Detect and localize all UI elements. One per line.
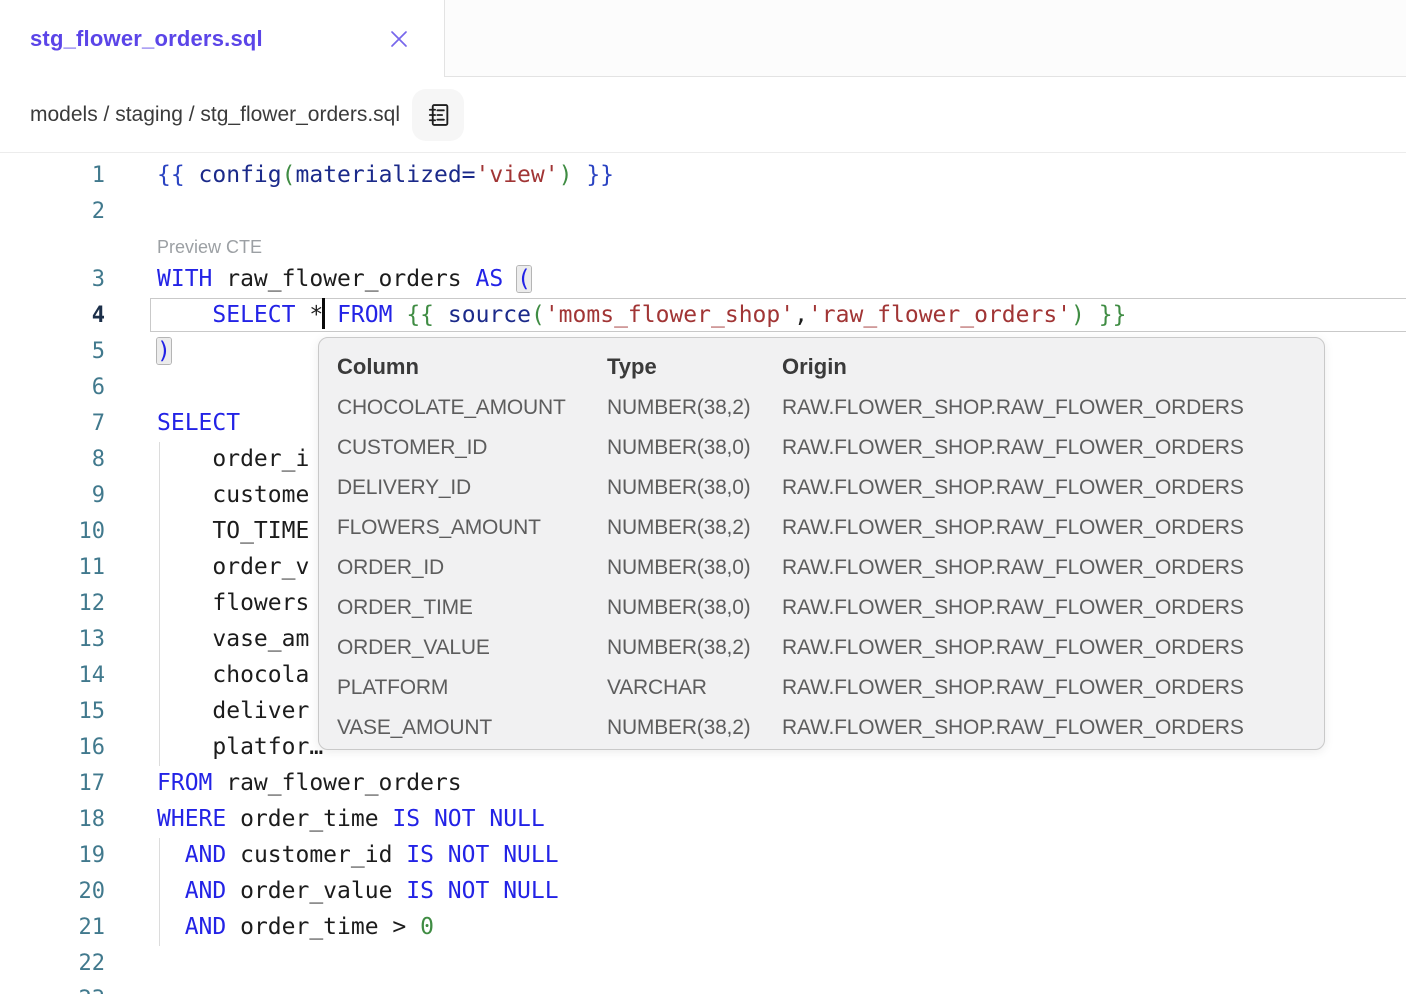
text-cursor <box>322 298 325 329</box>
column-type: NUMBER(38,2) <box>607 508 782 548</box>
breadcrumb-row: models / staging / stg_flower_orders.sql <box>0 77 1406 153</box>
code-line[interactable]: 3 WITH raw_flower_orders AS ( <box>0 262 1406 298</box>
line-number: 16 <box>0 730 105 766</box>
table-row: ORDER_VALUENUMBER(38,2)RAW.FLOWER_SHOP.R… <box>337 628 1306 668</box>
column-origin: RAW.FLOWER_SHOP.RAW_FLOWER_ORDERS <box>782 628 1306 668</box>
code-text: {{ config(materialized='view') }} <box>150 158 1406 192</box>
column-type: VARCHAR <box>607 668 782 708</box>
code-line[interactable]: 21 AND order_time > 0 <box>0 910 1406 946</box>
column-type: NUMBER(38,0) <box>607 548 782 588</box>
line-number: 1 <box>0 158 105 194</box>
column-origin: RAW.FLOWER_SHOP.RAW_FLOWER_ORDERS <box>782 428 1306 468</box>
code-text <box>150 194 1406 228</box>
code-text: AND order_value IS NOT NULL <box>150 874 1406 908</box>
line-number: 18 <box>0 802 105 838</box>
line-number: 17 <box>0 766 105 802</box>
code-text <box>150 946 1406 980</box>
column-name: PLATFORM <box>337 668 607 708</box>
column-name: CUSTOMER_ID <box>337 428 607 468</box>
line-number: 13 <box>0 622 105 658</box>
tooltip-header-row: Column Type Origin <box>337 346 1306 388</box>
breadcrumb: models / staging / stg_flower_orders.sql <box>30 103 400 127</box>
line-number: 9 <box>0 478 105 514</box>
code-text: WITH raw_flower_orders AS ( <box>150 262 1406 296</box>
code-lens-row: Preview CTE <box>0 230 1406 262</box>
column-origin: RAW.FLOWER_SHOP.RAW_FLOWER_ORDERS <box>782 508 1306 548</box>
line-number: 5 <box>0 334 105 370</box>
code-line[interactable]: 2 <box>0 194 1406 230</box>
column-name: DELIVERY_ID <box>337 468 607 508</box>
tab-bar: stg_flower_orders.sql <box>0 0 1406 77</box>
line-number: 20 <box>0 874 105 910</box>
tooltip-rows: CHOCOLATE_AMOUNTNUMBER(38,2)RAW.FLOWER_S… <box>337 388 1306 748</box>
table-row: PLATFORMVARCHARRAW.FLOWER_SHOP.RAW_FLOWE… <box>337 668 1306 708</box>
line-number: 11 <box>0 550 105 586</box>
code-text: AND customer_id IS NOT NULL <box>150 838 1406 872</box>
tooltip-header-column: Column <box>337 346 607 388</box>
code-text <box>150 982 1406 994</box>
table-row: CHOCOLATE_AMOUNTNUMBER(38,2)RAW.FLOWER_S… <box>337 388 1306 428</box>
line-number: 2 <box>0 194 105 230</box>
column-name: ORDER_TIME <box>337 588 607 628</box>
code-line[interactable]: 20 AND order_value IS NOT NULL <box>0 874 1406 910</box>
line-number: 14 <box>0 658 105 694</box>
line-number: 3 <box>0 262 105 298</box>
column-name: ORDER_VALUE <box>337 628 607 668</box>
notebook-icon <box>424 101 452 129</box>
tooltip-header-origin: Origin <box>782 346 1306 388</box>
code-line[interactable]: 22 <box>0 946 1406 982</box>
table-row: DELIVERY_IDNUMBER(38,0)RAW.FLOWER_SHOP.R… <box>337 468 1306 508</box>
table-row: FLOWERS_AMOUNTNUMBER(38,2)RAW.FLOWER_SHO… <box>337 508 1306 548</box>
column-name: CHOCOLATE_AMOUNT <box>337 388 607 428</box>
line-number: 12 <box>0 586 105 622</box>
column-name: ORDER_ID <box>337 548 607 588</box>
line-number: 7 <box>0 406 105 442</box>
code-line[interactable]: 18 WHERE order_time IS NOT NULL <box>0 802 1406 838</box>
table-row: VASE_AMOUNTNUMBER(38,2)RAW.FLOWER_SHOP.R… <box>337 708 1306 748</box>
line-number: 15 <box>0 694 105 730</box>
line-number: 4 <box>0 298 105 334</box>
column-type: NUMBER(38,2) <box>607 388 782 428</box>
column-tooltip: Column Type Origin CHOCOLATE_AMOUNTNUMBE… <box>318 337 1325 750</box>
tab-bar-empty-area <box>445 0 1406 77</box>
code-text: SELECT * FROM {{ source('moms_flower_sho… <box>150 298 1406 332</box>
code-text: AND order_time > 0 <box>150 910 1406 944</box>
column-type: NUMBER(38,2) <box>607 708 782 748</box>
code-text: FROM raw_flower_orders <box>150 766 1406 800</box>
line-number: 6 <box>0 370 105 406</box>
code-line[interactable]: 19 AND customer_id IS NOT NULL <box>0 838 1406 874</box>
column-origin: RAW.FLOWER_SHOP.RAW_FLOWER_ORDERS <box>782 588 1306 628</box>
notebook-icon-button[interactable] <box>412 89 464 141</box>
close-icon[interactable] <box>386 26 412 52</box>
column-origin: RAW.FLOWER_SHOP.RAW_FLOWER_ORDERS <box>782 468 1306 508</box>
line-number: 10 <box>0 514 105 550</box>
line-number: 22 <box>0 946 105 982</box>
column-origin: RAW.FLOWER_SHOP.RAW_FLOWER_ORDERS <box>782 708 1306 748</box>
code-lens-preview-cte[interactable]: Preview CTE <box>157 237 262 257</box>
code-line[interactable]: 1 {{ config(materialized='view') }} <box>0 158 1406 194</box>
table-row: ORDER_TIMENUMBER(38,0)RAW.FLOWER_SHOP.RA… <box>337 588 1306 628</box>
tab-stg-flower-orders[interactable]: stg_flower_orders.sql <box>0 0 445 77</box>
code-text: WHERE order_time IS NOT NULL <box>150 802 1406 836</box>
code-line[interactable]: 4 SELECT * FROM {{ source('moms_flower_s… <box>0 298 1406 334</box>
column-type: NUMBER(38,2) <box>607 628 782 668</box>
line-number: 23 <box>0 982 105 994</box>
column-name: VASE_AMOUNT <box>337 708 607 748</box>
code-line[interactable]: 23 <box>0 982 1406 994</box>
line-number: 21 <box>0 910 105 946</box>
column-origin: RAW.FLOWER_SHOP.RAW_FLOWER_ORDERS <box>782 388 1306 428</box>
line-number: 8 <box>0 442 105 478</box>
column-origin: RAW.FLOWER_SHOP.RAW_FLOWER_ORDERS <box>782 668 1306 708</box>
column-type: NUMBER(38,0) <box>607 588 782 628</box>
tab-label: stg_flower_orders.sql <box>30 26 263 52</box>
column-origin: RAW.FLOWER_SHOP.RAW_FLOWER_ORDERS <box>782 548 1306 588</box>
table-row: CUSTOMER_IDNUMBER(38,0)RAW.FLOWER_SHOP.R… <box>337 428 1306 468</box>
table-row: ORDER_IDNUMBER(38,0)RAW.FLOWER_SHOP.RAW_… <box>337 548 1306 588</box>
line-number: 19 <box>0 838 105 874</box>
column-type: NUMBER(38,0) <box>607 428 782 468</box>
code-line[interactable]: 17 FROM raw_flower_orders <box>0 766 1406 802</box>
tooltip-header-type: Type <box>607 346 782 388</box>
column-type: NUMBER(38,0) <box>607 468 782 508</box>
column-name: FLOWERS_AMOUNT <box>337 508 607 548</box>
